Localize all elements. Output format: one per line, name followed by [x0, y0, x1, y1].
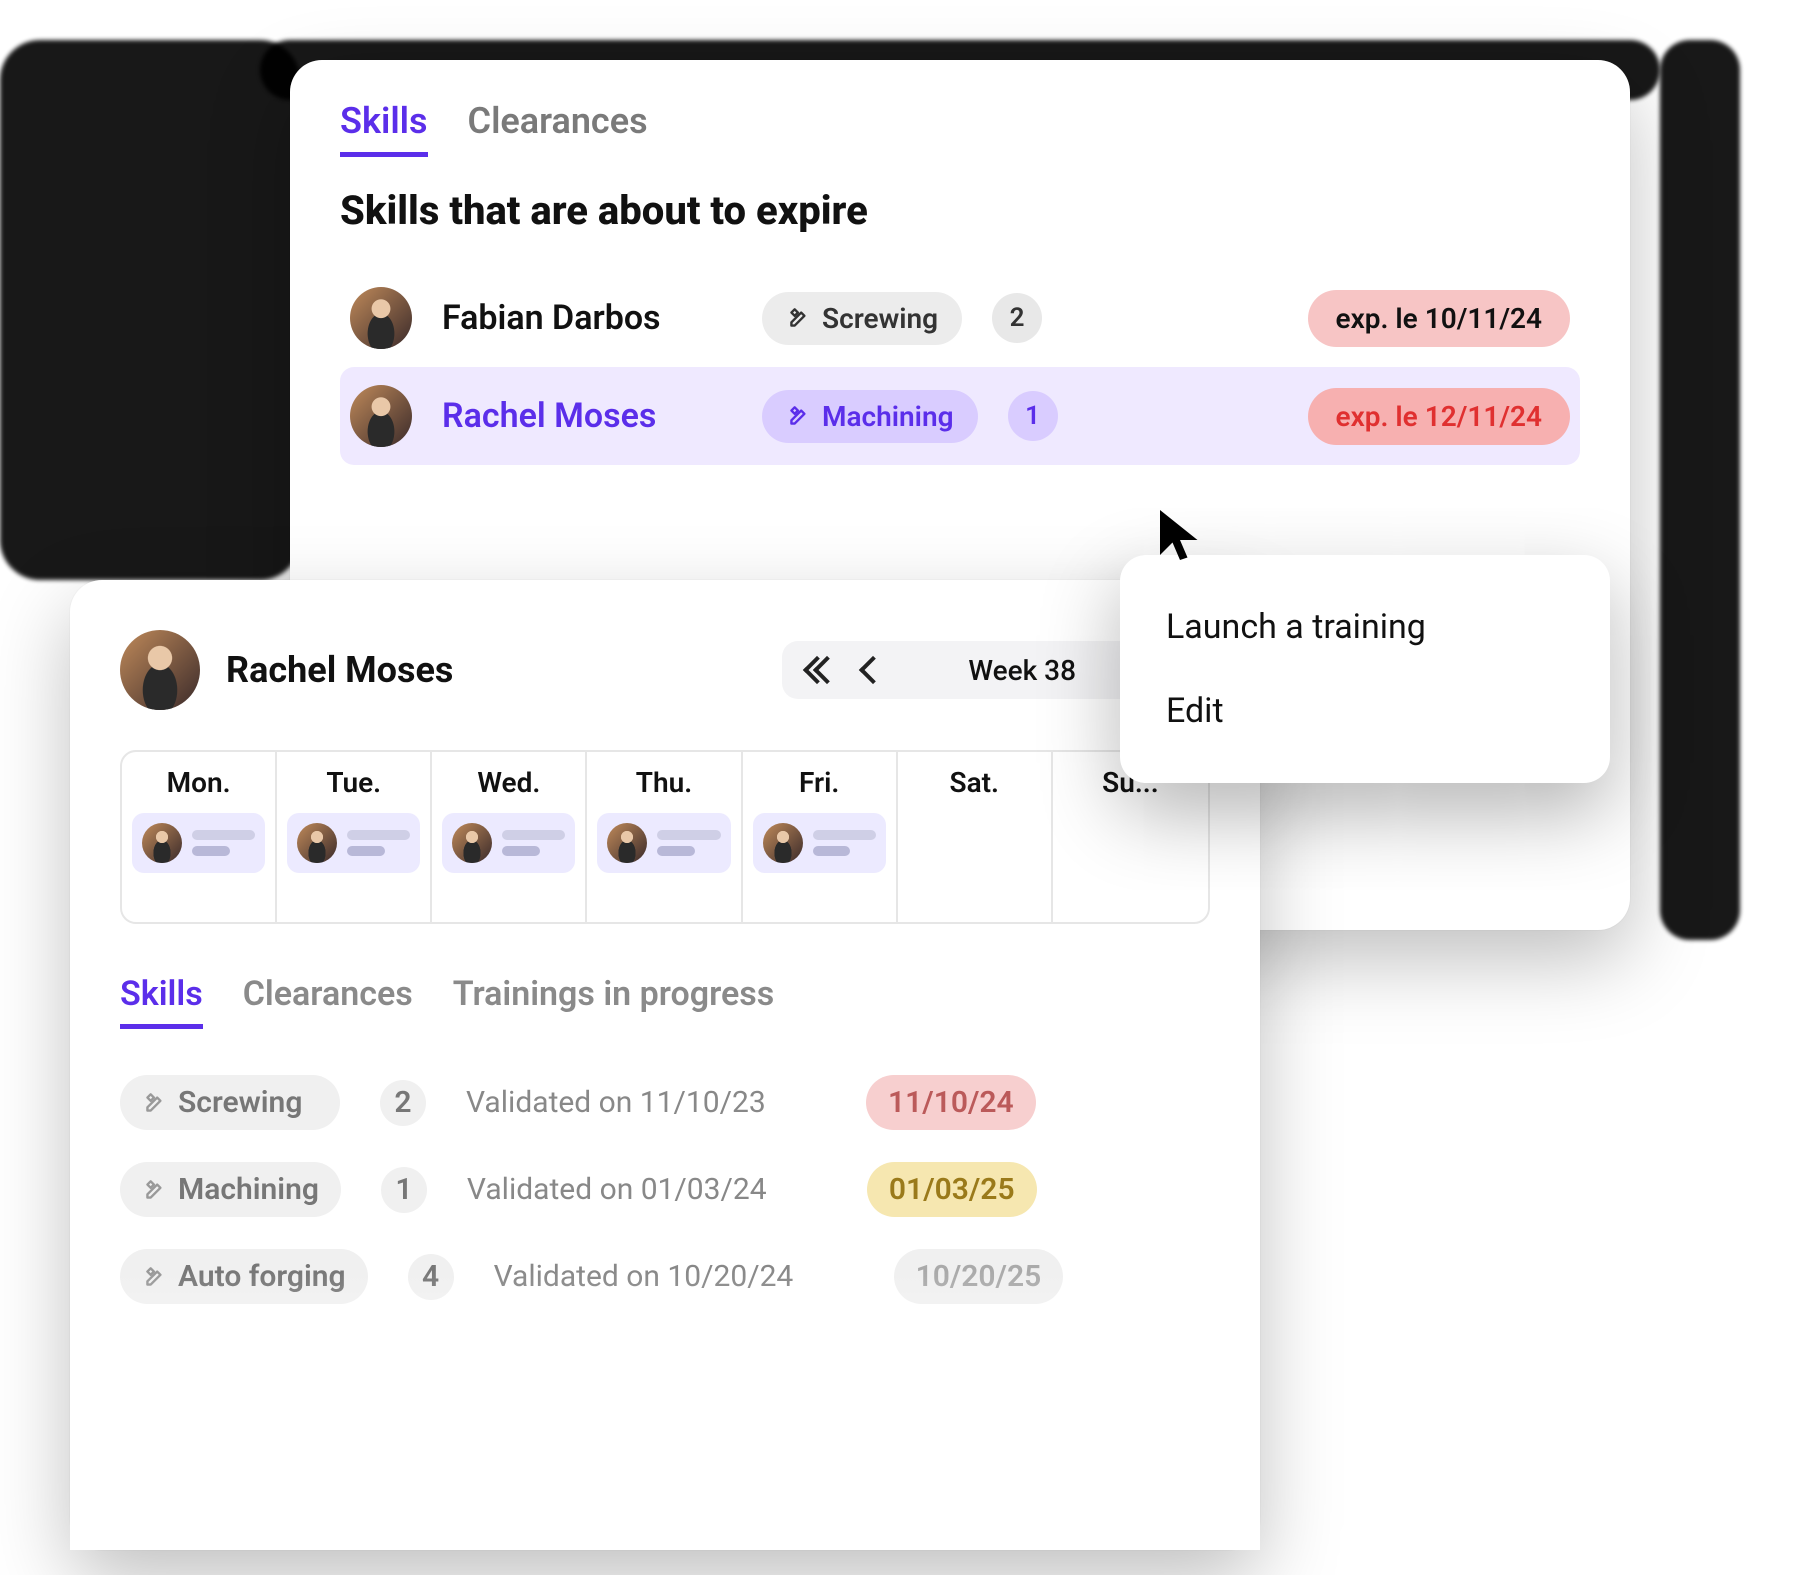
schedule-entry[interactable]: [597, 813, 730, 873]
skill-pill: Machining: [762, 390, 978, 443]
schedule-entry[interactable]: [287, 813, 420, 873]
skill-pill: Machining: [120, 1162, 341, 1217]
skill-row[interactable]: Machining 1 Validated on 01/03/24 01/03/25: [120, 1146, 1210, 1233]
validated-label: Validated on 10/20/24: [494, 1259, 854, 1294]
skill-label: Machining: [178, 1172, 319, 1207]
week-grid: Mon.Tue.Wed.Thu.Fri.Sat.Su...: [120, 750, 1210, 924]
expiry-pill: exp. le 12/11/24: [1308, 388, 1570, 445]
count-badge: 2: [992, 293, 1042, 343]
day-cell[interactable]: Fri.: [743, 752, 898, 922]
tab-clearances[interactable]: Clearances: [243, 974, 413, 1029]
avatar: [120, 630, 200, 710]
skill-pill: Screwing: [120, 1075, 340, 1130]
count-badge: 1: [381, 1167, 427, 1213]
count-badge: 1: [1008, 391, 1058, 441]
skill-label: Machining: [822, 400, 954, 433]
week-prev-button[interactable]: [856, 653, 890, 687]
avatar: [350, 287, 412, 349]
skill-label: Auto forging: [178, 1259, 346, 1294]
schedule-entry[interactable]: [753, 813, 886, 873]
person-name: Rachel Moses: [226, 649, 453, 691]
tools-icon: [786, 305, 812, 331]
front-header: Rachel Moses Week 38: [120, 630, 1210, 710]
week-first-button[interactable]: [804, 653, 838, 687]
tools-icon: [786, 403, 812, 429]
avatar: [607, 823, 647, 863]
front-tabs: Skills Clearances Trainings in progress: [120, 974, 1210, 1029]
avatar: [452, 823, 492, 863]
next-date-pill: 01/03/25: [867, 1162, 1037, 1217]
skill-label: Screwing: [178, 1085, 302, 1120]
next-date-pill: 11/10/24: [866, 1075, 1036, 1130]
tab-skills[interactable]: Skills: [120, 974, 203, 1029]
schedule-entry[interactable]: [132, 813, 265, 873]
skill-pill: Auto forging: [120, 1249, 368, 1304]
day-cell[interactable]: Mon.: [122, 752, 277, 922]
day-label: Wed.: [442, 766, 575, 799]
day-cell[interactable]: Wed.: [432, 752, 587, 922]
context-menu: Launch a training Edit: [1120, 555, 1610, 783]
day-cell[interactable]: Sat.: [898, 752, 1053, 922]
day-label: Mon.: [132, 766, 265, 799]
day-label: Fri.: [753, 766, 886, 799]
validated-label: Validated on 11/10/23: [466, 1085, 826, 1120]
expiring-row[interactable]: Rachel Moses Machining 1 exp. le 12/11/2…: [340, 367, 1580, 465]
skill-pill: Screwing: [762, 292, 962, 345]
tools-icon: [142, 1177, 168, 1203]
back-tabs: Skills Clearances: [340, 100, 1580, 157]
tools-icon: [142, 1090, 168, 1116]
week-label: Week 38: [908, 654, 1136, 687]
section-title: Skills that are about to expire: [340, 187, 1580, 234]
avatar: [297, 823, 337, 863]
tools-icon: [142, 1264, 168, 1290]
avatar: [763, 823, 803, 863]
tab-skills[interactable]: Skills: [340, 100, 428, 157]
count-badge: 2: [380, 1080, 426, 1126]
day-label: Tue.: [287, 766, 420, 799]
next-date-pill: 10/20/25: [894, 1249, 1064, 1304]
count-badge: 4: [408, 1254, 454, 1300]
menu-item-launch-training[interactable]: Launch a training: [1120, 585, 1610, 669]
expiring-row[interactable]: Fabian Darbos Screwing 2 exp. le 10/11/2…: [340, 269, 1580, 367]
person-schedule-card: Rachel Moses Week 38 Mon. Tue. Wed. Thu. Fri…: [70, 580, 1260, 1550]
day-label: Thu.: [597, 766, 730, 799]
menu-item-edit[interactable]: Edit: [1120, 669, 1610, 753]
person-name: Rachel Moses: [442, 396, 732, 436]
person-name: Fabian Darbos: [442, 298, 732, 338]
skill-label: Screwing: [822, 302, 938, 335]
validated-label: Validated on 01/03/24: [467, 1172, 827, 1207]
skill-row[interactable]: Screwing 2 Validated on 11/10/23 11/10/24: [120, 1059, 1210, 1146]
skill-row[interactable]: Auto forging 4 Validated on 10/20/24 10/20/…: [120, 1233, 1210, 1320]
avatar: [142, 823, 182, 863]
tab-trainings[interactable]: Trainings in progress: [453, 974, 775, 1029]
cursor-icon: [1150, 505, 1210, 565]
avatar: [350, 385, 412, 447]
tab-clearances[interactable]: Clearances: [468, 100, 648, 157]
day-cell[interactable]: Thu.: [587, 752, 742, 922]
expiry-pill: exp. le 10/11/24: [1308, 290, 1570, 347]
schedule-entry[interactable]: [442, 813, 575, 873]
day-cell[interactable]: Tue.: [277, 752, 432, 922]
day-label: Sat.: [908, 766, 1041, 799]
